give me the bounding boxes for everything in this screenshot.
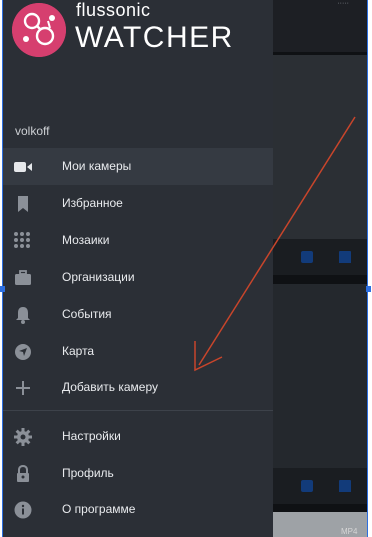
resize-handle[interactable] [0, 286, 5, 292]
resize-handle[interactable] [366, 286, 371, 292]
selection-frame [2, 0, 368, 537]
